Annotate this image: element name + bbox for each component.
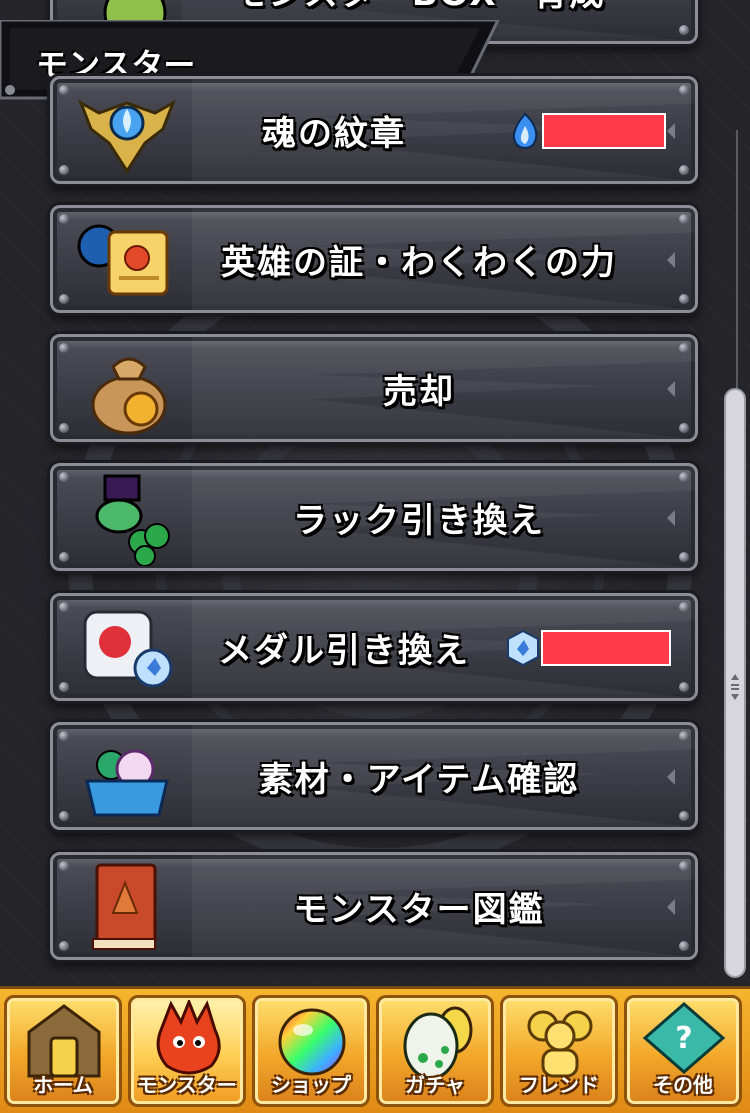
menu-item-hero-proof[interactable]: 英雄の証・わくわくの力 xyxy=(50,205,698,313)
nav-tab-shop[interactable]: ショップ xyxy=(252,995,370,1107)
menu-item-label: モンスター図鑑 xyxy=(293,889,545,930)
soul-crest-icon xyxy=(75,83,179,179)
nav-tab-home[interactable]: ホーム xyxy=(4,995,122,1107)
blue-flame-icon xyxy=(512,112,538,150)
scroll-track xyxy=(736,130,738,390)
red-dragon-icon xyxy=(156,1000,221,1075)
redacted-value xyxy=(542,113,666,149)
hero-scroll-icon xyxy=(75,212,179,308)
bottom-nav: ホーム モンスター ショップ ガチャ フレンド ? その他 xyxy=(0,986,750,1113)
other-sign-icon: ? xyxy=(642,1002,726,1074)
soul-counter xyxy=(508,111,666,151)
item-basket-icon xyxy=(75,729,179,825)
scroll-grip-icon xyxy=(731,674,739,700)
medal-card-icon xyxy=(75,600,179,696)
friends-icon xyxy=(527,1010,593,1078)
home-gate-icon xyxy=(27,1004,101,1078)
nav-tab-label: ホーム xyxy=(33,1073,93,1097)
scrollbar-thumb[interactable] xyxy=(724,388,746,978)
clover-frog-icon xyxy=(75,470,179,567)
nav-tab-label: フレンド xyxy=(519,1073,599,1097)
encyclopedia-book-icon xyxy=(75,859,179,955)
nav-tab-gacha[interactable]: ガチャ xyxy=(376,995,494,1107)
menu-item-label: 英雄の証・わくわくの力 xyxy=(221,242,617,283)
nav-tab-label: モンスター xyxy=(137,1073,237,1097)
redacted-value xyxy=(541,630,671,666)
menu-item-luck-exchange[interactable]: ラック引き換え xyxy=(50,463,698,571)
nav-tab-label: ショップ xyxy=(271,1073,351,1097)
menu-item-label: 素材・アイテム確認 xyxy=(258,759,580,800)
nav-tab-label: ガチャ xyxy=(405,1073,465,1097)
medal-icon xyxy=(507,629,539,667)
menu-item-label: 売却 xyxy=(383,371,455,412)
menu-item-sell[interactable]: 売却 xyxy=(50,334,698,442)
menu-item-medal-exchange[interactable]: メダル引き換え xyxy=(50,593,698,701)
menu-item-label: 魂の紋章 xyxy=(262,113,406,154)
money-bag-icon xyxy=(75,341,179,437)
menu-item-label: メダル引き換え xyxy=(218,630,470,671)
nav-tab-monster[interactable]: モンスター xyxy=(128,995,246,1107)
nav-tab-friend[interactable]: フレンド xyxy=(500,995,618,1107)
nav-tab-label: その他 xyxy=(653,1073,713,1097)
menu-item-encyclopedia[interactable]: モンスター図鑑 xyxy=(50,852,698,960)
rainbow-orb-icon xyxy=(278,1008,346,1076)
medal-counter xyxy=(505,628,671,668)
menu-item-materials-items[interactable]: 素材・アイテム確認 xyxy=(50,722,698,830)
menu-item-soul-crest[interactable]: 魂の紋章 xyxy=(50,76,698,184)
menu-item-label: ラック引き換え xyxy=(293,500,545,541)
egg-icon xyxy=(403,1006,473,1080)
svg-text:?: ? xyxy=(675,1021,692,1056)
nav-tab-other[interactable]: ? その他 xyxy=(624,995,742,1107)
